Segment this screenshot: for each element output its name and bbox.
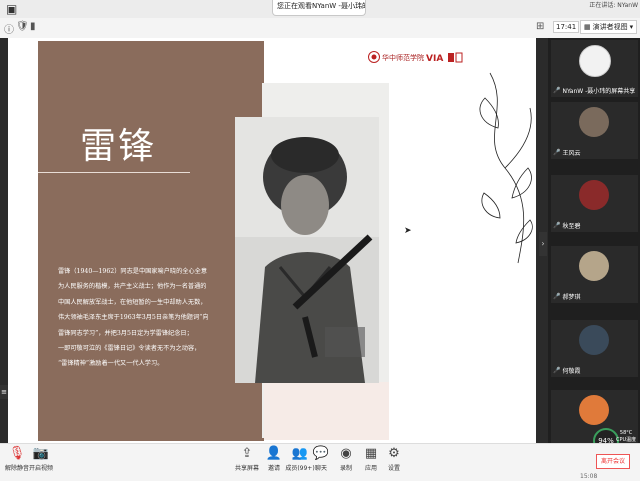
meeting-timer: 17:41 <box>553 21 580 33</box>
invite-label: 邀请 <box>267 465 280 472</box>
body-line: 中国人民解放军战士，在他短暂的一生中却助人无数， <box>58 298 207 306</box>
system-clock: 15:08 <box>580 473 598 480</box>
cpu-temperature: 58°C CPU温度 <box>616 430 636 444</box>
participant-tile[interactable]: 🎤 郝梦琪 <box>551 246 638 303</box>
app-logo-icon: ▣ <box>6 2 18 16</box>
participant-name: 🎤 秋至碧 <box>553 222 581 230</box>
participant-name: 🎤 NYanW -聂小玮的屏幕共享 <box>553 87 636 95</box>
body-line: 伟大领袖毛泽东主席于1963年3月5日亲笔为他题词“向 <box>58 314 209 322</box>
screen-share-notice[interactable]: 您正在观看NYanW -聂小玮的屏幕 … <box>272 0 366 16</box>
body-line: “雷锋精神”激励着一代又一代人学习。 <box>58 360 164 368</box>
participant-name: 🎤 何敬霞 <box>553 367 581 375</box>
share-label: 共享屏幕 <box>234 465 259 472</box>
speaking-indicator: 正在讲话: NYanW <box>589 2 638 9</box>
video-button[interactable]: 📷 开启视频 <box>24 446 58 472</box>
avatar <box>579 180 609 210</box>
body-line: 一即可敬可泣的《雷锋日记》令读者无不为之动容， <box>58 345 201 353</box>
floral-line-art <box>479 72 533 264</box>
mic-muted-icon: 🎤 <box>553 87 561 94</box>
title-divider <box>38 172 190 173</box>
body-line: 为人民服务的楷模，共产主义战士；他作为一名普通的 <box>58 283 207 291</box>
mic-muted-icon: 🎤 <box>553 222 561 229</box>
participant-tile[interactable]: 🎤 NYanW -聂小玮的屏幕共享 <box>551 40 638 97</box>
body-line: 雷锋同志学习”，并把3月5日定为学雷锋纪念日； <box>58 329 193 337</box>
portrait-photo <box>235 117 379 383</box>
avatar <box>579 45 611 77</box>
participant-name: 🎤 郝梦琪 <box>553 293 581 301</box>
shared-screen: 雷锋 雷锋（1940—1962）同志是中国家喻户晓的全心全意 为人民服务的楷模，… <box>8 38 536 443</box>
shield-icon[interactable]: 🛡 <box>16 21 29 32</box>
slide-title: 雷锋 <box>80 126 157 167</box>
window-title-bar: ▣ 您正在观看NYanW -聂小玮的屏幕 … 正在讲话: NYanW <box>0 0 640 19</box>
grid-icon[interactable]: ⊞ <box>536 21 544 32</box>
speaker-view-button[interactable]: ▦ 演讲者视图 ▾ <box>580 20 638 34</box>
logo-text: 华中师范学院 <box>382 53 424 62</box>
mouse-cursor-icon: ➤ <box>404 226 412 236</box>
avatar <box>579 107 609 137</box>
chat-label: 聊天 <box>314 465 327 472</box>
signal-icon[interactable]: ▮ <box>30 21 36 32</box>
expand-left-icon[interactable]: ≡ <box>0 385 8 399</box>
cpu-temp-value: 58°C <box>619 430 633 436</box>
apps-label: 应用 <box>364 465 377 472</box>
participant-tile[interactable]: 🎤 秋至碧 <box>551 175 638 232</box>
settings-button[interactable]: ⚙ 设置 <box>377 446 411 472</box>
participant-tile[interactable]: 🎤 王风云 <box>551 102 638 159</box>
settings-label: 设置 <box>387 465 400 472</box>
slide-brown-panel: 雷锋 <box>38 41 264 441</box>
view-grid-icon: ▦ <box>584 23 591 31</box>
avatar <box>579 395 609 425</box>
body-line: 雷锋（1940—1962）同志是中国家喻户晓的全心全意 <box>58 268 208 275</box>
mic-muted-icon: 🎤 <box>553 367 561 374</box>
school-logo: 华中师范学院 VIA <box>368 51 463 64</box>
slide-pink-block <box>264 382 389 440</box>
gear-icon: ⚙ <box>388 446 400 461</box>
avatar <box>579 325 609 355</box>
mic-muted-icon: 🎤 <box>553 149 561 156</box>
participant-list: 🎤 NYanW -聂小玮的屏幕共享 🎤 王风云 🎤 秋至碧 🎤 郝梦琪 🎤 何敬霞 <box>548 38 640 447</box>
meeting-toolbar: ⓘ 🛡 ▮ ⊞ <box>0 18 640 38</box>
mic-muted-icon: 🎤 <box>553 293 561 300</box>
speaker-view-label: 演讲者视图 <box>592 23 628 31</box>
info-icon[interactable]: ⓘ <box>4 21 14 36</box>
camera-off-icon: 📷 <box>32 446 50 461</box>
slide-body-text: 雷锋（1940—1962）同志是中国家喻户晓的全心全意 为人民服务的楷模，共产主… <box>58 264 243 372</box>
participant-tile[interactable]: 🎤 何敬霞 <box>551 320 638 377</box>
logo-abbrev: VIA <box>426 54 443 64</box>
record-label: 录制 <box>339 465 352 472</box>
bottom-control-bar: 🎙 解除静音 📷 开启视频 ⇪ 共享屏幕 👤 邀请 👥 成员(99+) 💬 聊天… <box>0 443 640 481</box>
avatar <box>579 251 609 281</box>
chevron-down-icon: ▾ <box>629 23 634 31</box>
video-label: 开启视频 <box>28 465 53 472</box>
collapse-sidebar-icon[interactable]: › <box>539 232 547 256</box>
leave-meeting-button[interactable]: 离开会议 <box>596 454 630 469</box>
more-icon[interactable]: … <box>353 1 361 10</box>
participant-name: 🎤 王风云 <box>553 149 581 157</box>
